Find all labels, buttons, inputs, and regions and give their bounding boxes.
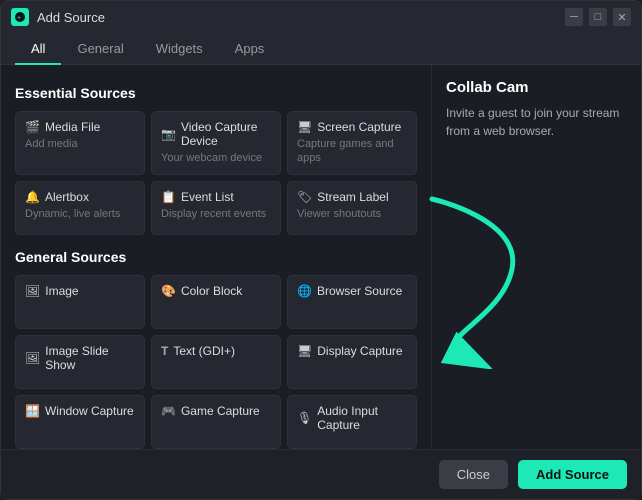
close-window-button[interactable]: ✕ bbox=[613, 8, 631, 26]
image-icon: 🖼 bbox=[25, 284, 40, 298]
source-item-audio-input[interactable]: 🎙 Audio Input Capture bbox=[287, 395, 417, 449]
tab-general[interactable]: General bbox=[61, 33, 139, 64]
screen-capture-desc: Capture games and apps bbox=[297, 137, 407, 166]
browser-source-icon: 🌐 bbox=[297, 284, 312, 298]
display-capture-icon: 🖥 bbox=[297, 344, 312, 358]
audio-input-icon: 🎙 bbox=[297, 411, 312, 425]
window-title: Add Source bbox=[37, 10, 105, 25]
source-item-event-list[interactable]: 📋 Event List Display recent events bbox=[151, 181, 281, 235]
video-capture-icon: 📷 bbox=[161, 127, 176, 141]
app-icon: + bbox=[11, 8, 29, 26]
video-capture-name: Video Capture Device bbox=[181, 120, 271, 148]
game-capture-name: Game Capture bbox=[181, 404, 260, 418]
essential-sources-title: Essential Sources bbox=[15, 85, 417, 101]
main-content: Essential Sources 🎬 Media File Add media… bbox=[1, 65, 641, 449]
game-capture-icon: 🎮 bbox=[161, 404, 176, 418]
event-list-icon: 📋 bbox=[161, 190, 176, 204]
color-block-name: Color Block bbox=[181, 284, 242, 298]
alertbox-icon: 🔔 bbox=[25, 190, 40, 204]
alertbox-name: Alertbox bbox=[45, 190, 89, 204]
media-file-name: Media File bbox=[45, 120, 100, 134]
tab-apps[interactable]: Apps bbox=[219, 33, 281, 64]
maximize-button[interactable]: □ bbox=[589, 8, 607, 26]
stream-label-desc: Viewer shoutouts bbox=[297, 207, 407, 221]
svg-text:+: + bbox=[17, 15, 21, 22]
titlebar-left: + Add Source bbox=[11, 8, 105, 26]
source-item-media-file[interactable]: 🎬 Media File Add media bbox=[15, 111, 145, 175]
window-capture-name: Window Capture bbox=[45, 404, 134, 418]
image-name: Image bbox=[45, 284, 78, 298]
media-file-desc: Add media bbox=[25, 137, 135, 151]
sidebar-title: Collab Cam bbox=[446, 79, 627, 96]
sidebar-panel: Collab Cam Invite a guest to join your s… bbox=[431, 65, 641, 449]
source-item-window-capture[interactable]: 🪟 Window Capture bbox=[15, 395, 145, 449]
minimize-button[interactable]: ─ bbox=[565, 8, 583, 26]
audio-input-name: Audio Input Capture bbox=[317, 404, 407, 432]
alertbox-desc: Dynamic, live alerts bbox=[25, 207, 135, 221]
screen-capture-name: Screen Capture bbox=[317, 120, 401, 134]
stream-label-name: Stream Label bbox=[317, 190, 388, 204]
source-item-screen-capture[interactable]: 🖥 Screen Capture Capture games and apps bbox=[287, 111, 417, 175]
image-slideshow-icon: 🖼 bbox=[25, 351, 40, 365]
add-source-button[interactable]: Add Source bbox=[518, 460, 627, 489]
event-list-desc: Display recent events bbox=[161, 207, 271, 221]
source-item-stream-label[interactable]: 🏷 Stream Label Viewer shoutouts bbox=[287, 181, 417, 235]
color-block-icon: 🎨 bbox=[161, 284, 176, 298]
general-sources-title: General Sources bbox=[15, 249, 417, 265]
tab-all[interactable]: All bbox=[15, 33, 61, 64]
screen-capture-icon: 🖥 bbox=[297, 120, 312, 134]
general-sources-grid: 🖼 Image 🎨 Color Block 🌐 Browser Source bbox=[15, 275, 417, 449]
display-capture-name: Display Capture bbox=[317, 344, 402, 358]
add-source-window: + Add Source ─ □ ✕ All General Widgets A… bbox=[0, 0, 642, 500]
source-item-video-capture[interactable]: 📷 Video Capture Device Your webcam devic… bbox=[151, 111, 281, 175]
window-capture-icon: 🪟 bbox=[25, 404, 40, 418]
browser-source-name: Browser Source bbox=[317, 284, 402, 298]
source-item-alertbox[interactable]: 🔔 Alertbox Dynamic, live alerts bbox=[15, 181, 145, 235]
source-item-browser-source[interactable]: 🌐 Browser Source bbox=[287, 275, 417, 329]
sources-panel: Essential Sources 🎬 Media File Add media… bbox=[1, 65, 431, 449]
media-file-icon: 🎬 bbox=[25, 120, 40, 134]
source-item-text-gdi[interactable]: T Text (GDI+) bbox=[151, 335, 281, 389]
source-item-image-slideshow[interactable]: 🖼 Image Slide Show bbox=[15, 335, 145, 389]
essential-sources-grid: 🎬 Media File Add media 📷 Video Capture D… bbox=[15, 111, 417, 235]
text-gdi-name: Text (GDI+) bbox=[173, 344, 235, 358]
titlebar-controls: ─ □ ✕ bbox=[565, 8, 631, 26]
source-item-display-capture[interactable]: 🖥 Display Capture bbox=[287, 335, 417, 389]
source-item-image[interactable]: 🖼 Image bbox=[15, 275, 145, 329]
source-item-game-capture[interactable]: 🎮 Game Capture bbox=[151, 395, 281, 449]
stream-label-icon: 🏷 bbox=[297, 190, 312, 204]
text-gdi-icon: T bbox=[161, 344, 168, 358]
video-capture-desc: Your webcam device bbox=[161, 151, 271, 165]
tab-widgets[interactable]: Widgets bbox=[140, 33, 219, 64]
footer: Close Add Source bbox=[1, 449, 641, 499]
event-list-name: Event List bbox=[181, 190, 234, 204]
image-slideshow-name: Image Slide Show bbox=[45, 344, 135, 372]
tab-bar: All General Widgets Apps bbox=[1, 33, 641, 65]
source-item-color-block[interactable]: 🎨 Color Block bbox=[151, 275, 281, 329]
sidebar-description: Invite a guest to join your stream from … bbox=[446, 104, 627, 140]
titlebar: + Add Source ─ □ ✕ bbox=[1, 1, 641, 33]
close-button[interactable]: Close bbox=[439, 460, 508, 489]
